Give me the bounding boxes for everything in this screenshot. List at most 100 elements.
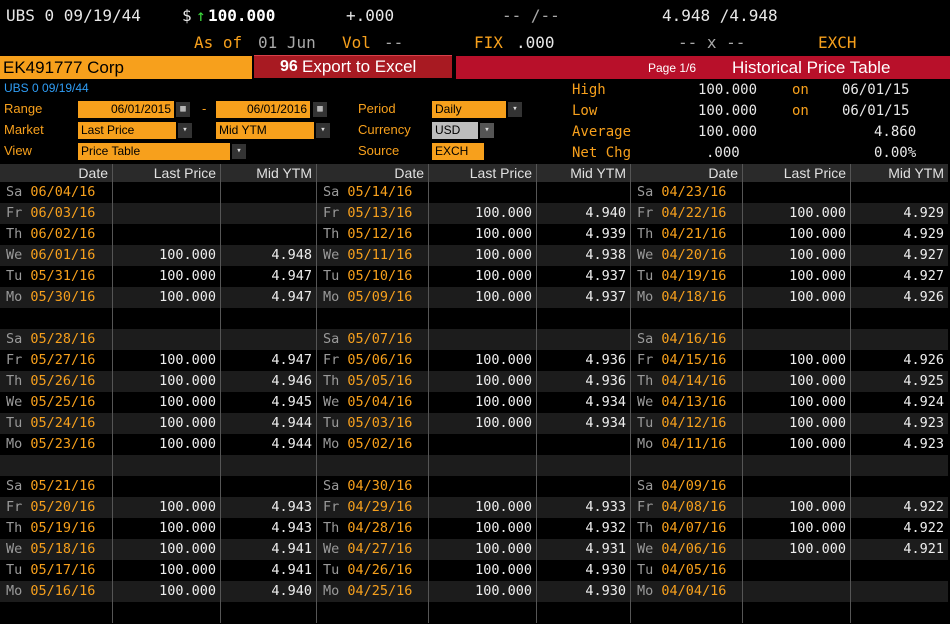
last-price-cell [112,308,220,329]
vol-value: -- [384,33,404,52]
column-header-last-price[interactable]: Last Price [742,164,850,182]
weekday-label: Tu [6,268,23,284]
last-price-cell: 100.000 [112,560,220,581]
mid-ytm-cell: 4.941 [220,539,316,560]
date-value: 05/27/16 [30,352,96,368]
last-price-cell: 100.000 [742,245,850,266]
column-header-mid-ytm[interactable]: Mid YTM [220,164,316,182]
weekday-label: Fr [323,352,340,368]
date-cell: We 04/27/16 [316,539,428,560]
weekday-label: We [323,541,340,557]
stat-value-high: 100.000 [698,82,758,98]
date-value: 04/09/16 [661,478,727,494]
date-value: 04/04/16 [661,583,727,599]
source-field[interactable]: EXCH [432,143,484,160]
mid-ytm-cell: 4.938 [536,245,630,266]
last-price-cell [742,182,850,203]
chevron-down-icon[interactable]: ▾ [480,123,494,138]
mid-ytm-cell: 4.930 [536,581,630,602]
column-header-mid-ytm[interactable]: Mid YTM [536,164,630,182]
weekday-label: Tu [6,415,23,431]
weekday-label: Tu [6,562,23,578]
weekday-label: Fr [6,499,23,515]
last-price-cell [112,224,220,245]
date-value: 04/14/16 [661,373,727,389]
range-start-field[interactable]: 06/01/2015 [78,101,174,118]
date-value: 04/30/16 [347,478,413,494]
chevron-down-icon[interactable]: ▾ [178,123,192,138]
date-value: 05/14/16 [347,184,413,200]
view-select[interactable]: Price Table [78,143,230,160]
period-select[interactable]: Daily [432,101,506,118]
page-indicator[interactable]: Page 1/6 [648,60,696,76]
column-header-date[interactable]: Date [316,164,428,182]
last-price-cell [742,581,850,602]
date-cell: Sa 04/23/16 [630,182,742,203]
calendar-icon[interactable]: ▦ [176,102,190,117]
up-arrow-icon: ↑ [196,6,206,25]
column-header-date[interactable]: Date [630,164,742,182]
mid-ytm-cell: 4.943 [220,518,316,539]
date-cell [0,602,112,623]
last-price-cell: 100.000 [112,371,220,392]
currency-select[interactable]: USD [432,122,478,139]
title-banner: Page 1/6 Historical Price Table [456,56,950,79]
mid-ytm-cell: 4.941 [220,560,316,581]
date-value: 05/06/16 [347,352,413,368]
date-value: 05/31/16 [30,268,96,284]
last-price-cell [428,182,536,203]
date-cell: Fr 05/06/16 [316,350,428,371]
calendar-icon[interactable]: ▦ [313,102,327,117]
mid-ytm-cell: 4.926 [850,287,948,308]
last-price-cell: 100.000 [112,245,220,266]
weekday-label: Mo [637,583,654,599]
date-value: 04/20/16 [661,247,727,263]
security-field[interactable]: EK491777 Corp [0,56,252,79]
last-price-cell [428,308,536,329]
market-select[interactable]: Last Price [78,122,176,139]
column-header-mid-ytm[interactable]: Mid YTM [850,164,948,182]
mid-ytm-cell [220,203,316,224]
last-price-cell: 100.000 [742,518,850,539]
price-table: Date Last Price Mid YTM Sa 06/04/16 Fr 06/03… [0,164,950,624]
chevron-down-icon[interactable]: ▾ [232,144,246,159]
date-value: 04/28/16 [347,520,413,536]
stat-extra-average: 4.860 [874,124,917,140]
chevron-down-icon[interactable]: ▾ [508,102,522,117]
date-value: 05/18/16 [30,541,96,557]
mid-ytm-cell [536,455,630,476]
date-cell [630,455,742,476]
date-value: 04/11/16 [661,436,727,452]
last-price-cell: 100.000 [112,497,220,518]
date-cell [316,308,428,329]
mid-ytm-cell: 4.947 [220,350,316,371]
weekday-label: Mo [6,436,23,452]
date-value: 06/02/16 [30,226,96,242]
date-cell: Sa 05/07/16 [316,329,428,350]
date-cell: Th 06/02/16 [0,224,112,245]
export-to-excel-button[interactable]: 96 Export to Excel [254,55,452,78]
weekday-label: Th [637,226,654,242]
date-cell: Sa 06/04/16 [0,182,112,203]
date-cell: Mo 05/23/16 [0,434,112,455]
date-cell: Tu 05/24/16 [0,413,112,434]
mid-ytm-cell [850,182,948,203]
weekday-label: Tu [637,415,654,431]
date-cell: Th 04/28/16 [316,518,428,539]
date-value: 04/25/16 [347,583,413,599]
weekday-label: Th [6,520,23,536]
column-header-date[interactable]: Date [0,164,112,182]
range-end-field[interactable]: 06/01/2016 [216,101,310,118]
market-select-2[interactable]: Mid YTM [216,122,314,139]
date-value: 05/20/16 [30,499,96,515]
column-header-last-price[interactable]: Last Price [112,164,220,182]
chevron-down-icon[interactable]: ▾ [316,123,330,138]
column-header-last-price[interactable]: Last Price [428,164,536,182]
mid-ytm-cell: 4.924 [850,392,948,413]
weekday-label: Mo [323,583,340,599]
mid-ytm-cell: 4.927 [850,266,948,287]
mid-ytm-cell [220,224,316,245]
date-value: 04/06/16 [661,541,727,557]
mid-ytm-cell [220,602,316,623]
last-price-cell: 100.000 [112,413,220,434]
